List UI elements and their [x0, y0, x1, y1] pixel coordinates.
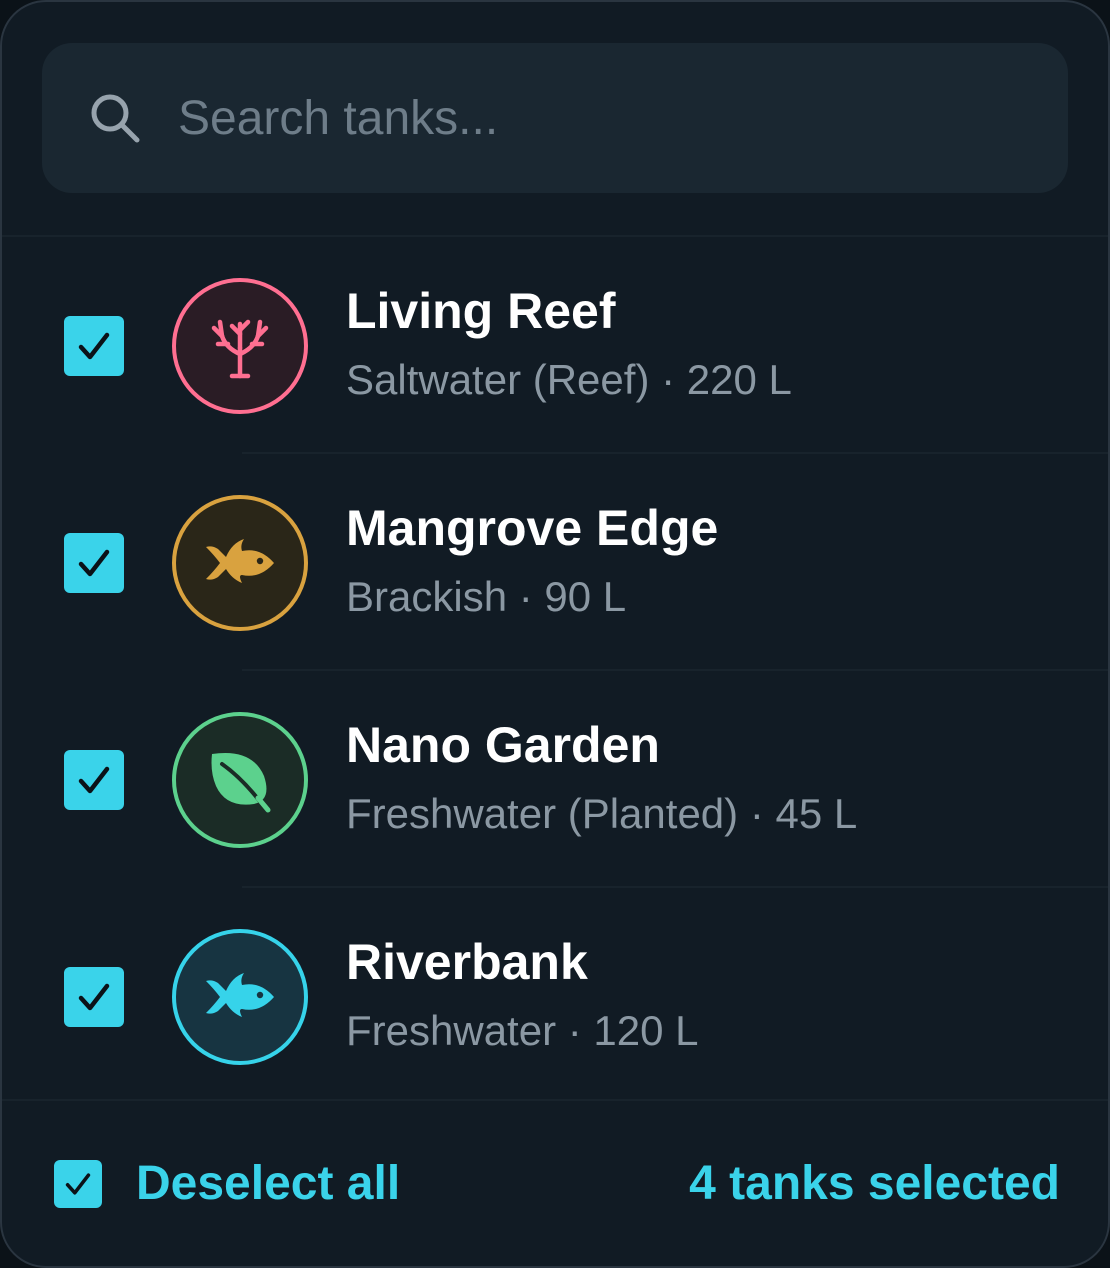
selected-count-label: 4 tanks selected — [689, 1157, 1060, 1210]
select-all-checkbox[interactable] — [54, 1159, 102, 1208]
tank-picker-panel: Living Reef Saltwater (Reef) · 220 L Man… — [0, 0, 1110, 1268]
tank-row-living-reef[interactable]: Living Reef Saltwater (Reef) · 220 L — [2, 237, 1108, 454]
tank-checkbox[interactable] — [64, 532, 124, 593]
tank-checkbox[interactable] — [64, 315, 124, 376]
checkmark-icon — [78, 983, 110, 1010]
tank-name: Riverbank — [346, 933, 588, 990]
checkmark-icon — [78, 332, 110, 359]
tank-name: Living Reef — [346, 282, 616, 339]
deselect-all-button[interactable]: Deselect all — [136, 1156, 400, 1211]
tank-name: Nano Garden — [346, 716, 660, 773]
tank-avatar — [172, 711, 308, 848]
leaf-icon — [211, 752, 271, 812]
fish-icon — [206, 538, 274, 583]
tank-avatar — [172, 494, 308, 631]
tank-row-nano-garden[interactable]: Nano Garden Freshwater (Planted) · 45 L — [2, 671, 1108, 888]
tank-subtitle: Brackish · 90 L — [346, 572, 627, 620]
search-box[interactable] — [42, 43, 1068, 193]
tank-text: Living Reef Saltwater (Reef) · 220 L — [346, 283, 792, 408]
coral-icon — [211, 319, 269, 378]
checkmark-icon — [78, 549, 110, 576]
tank-row-mangrove-edge[interactable]: Mangrove Edge Brackish · 90 L — [2, 454, 1108, 671]
search-area — [2, 2, 1108, 237]
tank-row-riverbank[interactable]: Riverbank Freshwater · 120 L — [2, 888, 1108, 1105]
tank-subtitle: Saltwater (Reef) · 220 L — [346, 355, 792, 403]
tank-text: Mangrove Edge Brackish · 90 L — [346, 500, 718, 625]
tank-list: Living Reef Saltwater (Reef) · 220 L Man… — [2, 237, 1108, 1105]
search-icon — [91, 94, 140, 143]
tank-name: Mangrove Edge — [346, 499, 719, 556]
tank-subtitle: Freshwater (Planted) · 45 L — [346, 789, 858, 837]
search-input[interactable] — [178, 78, 1068, 158]
selection-footer: Deselect all 4 tanks selected — [2, 1099, 1108, 1266]
fish-icon — [206, 972, 274, 1017]
tank-avatar — [172, 928, 308, 1065]
tank-subtitle: Freshwater · 120 L — [346, 1006, 699, 1054]
tank-text: Riverbank Freshwater · 120 L — [346, 934, 699, 1059]
tank-avatar — [172, 277, 308, 414]
tank-checkbox[interactable] — [64, 966, 124, 1027]
tank-text: Nano Garden Freshwater (Planted) · 45 L — [346, 717, 858, 842]
checkmark-icon — [65, 1172, 91, 1195]
checkmark-icon — [78, 766, 110, 793]
tank-checkbox[interactable] — [64, 749, 124, 810]
